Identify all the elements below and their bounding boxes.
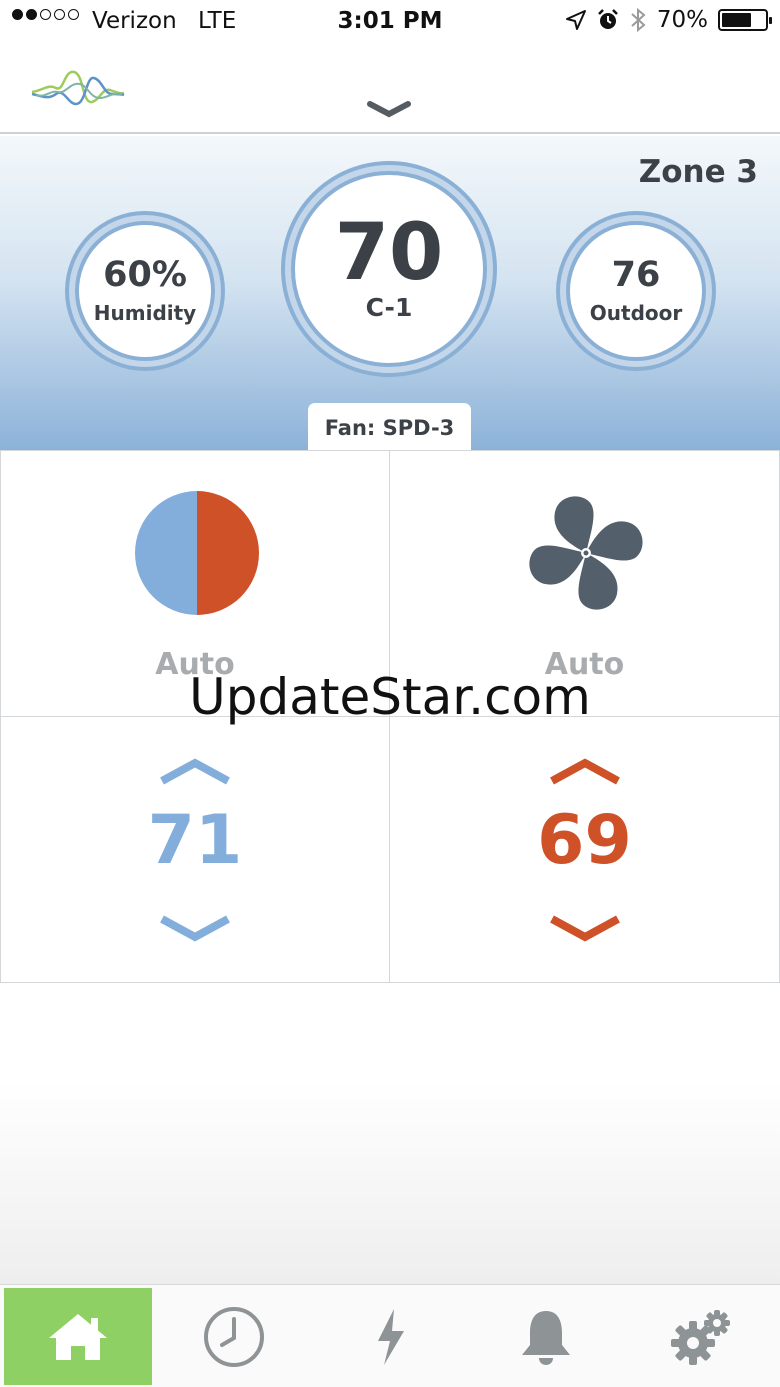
clock-icon [204,1306,264,1367]
zone-summary-panel: Zone 3 60% Humidity 70 C-1 76 Outdoor Fa… [0,136,780,451]
wave-logo-icon[interactable] [30,64,126,112]
battery-icon [718,9,772,31]
status-bar: Verizon LTE 3:01 PM 70% [0,0,780,44]
system-mode-label: Auto [155,647,235,682]
app-header [0,44,780,134]
tab-schedule[interactable] [160,1288,308,1385]
outdoor-label: Outdoor [589,300,683,325]
heat-cool-split-icon [135,491,259,615]
bottom-tab-bar [0,1284,780,1387]
battery-level-fill [722,13,752,27]
heat-setpoint-control: 69 [389,716,780,983]
lightning-icon [378,1308,404,1365]
alarm-clock-icon [597,9,618,29]
zone-title[interactable]: Zone 3 [639,154,758,190]
heat-setpoint-down-button[interactable] [548,915,622,943]
cool-setpoint-control: 71 [0,716,390,983]
cool-setpoint-up-button[interactable] [158,757,232,785]
fan-icon [529,496,643,610]
humidity-value: 60% [103,254,187,295]
control-grid: Auto Auto 71 69 [0,450,780,983]
empty-content-area [0,1080,780,1284]
tab-alerts[interactable] [472,1288,620,1385]
humidity-gauge: 60% Humidity [75,221,215,361]
fan-mode-button[interactable]: Auto [389,450,780,717]
tab-energy[interactable] [316,1288,464,1385]
cool-setpoint-value: 71 [147,801,243,880]
heat-setpoint-value: 69 [537,801,632,880]
gear-icon [671,1309,730,1365]
outdoor-temperature-value: 76 [611,254,661,295]
current-mode-label: C-1 [365,292,413,322]
chevron-down-icon[interactable] [366,100,412,120]
cool-setpoint-down-button[interactable] [158,915,232,943]
current-temperature-gauge: 70 C-1 [291,171,487,367]
heat-setpoint-up-button[interactable] [548,757,622,785]
system-mode-button[interactable]: Auto [0,450,390,717]
location-arrow-icon [565,10,586,30]
tab-home[interactable] [4,1288,152,1385]
humidity-label: Humidity [93,300,197,325]
bluetooth-icon [631,7,646,33]
fan-status-badge: Fan: SPD-3 [308,403,471,451]
outdoor-temperature-gauge: 76 Outdoor [566,221,706,361]
fan-mode-label: Auto [544,647,625,682]
tab-settings[interactable] [628,1288,776,1385]
battery-percent: 70% [656,7,708,33]
current-temperature-value: 70 [334,208,444,299]
bell-icon [522,1310,570,1365]
home-icon [49,1313,107,1360]
